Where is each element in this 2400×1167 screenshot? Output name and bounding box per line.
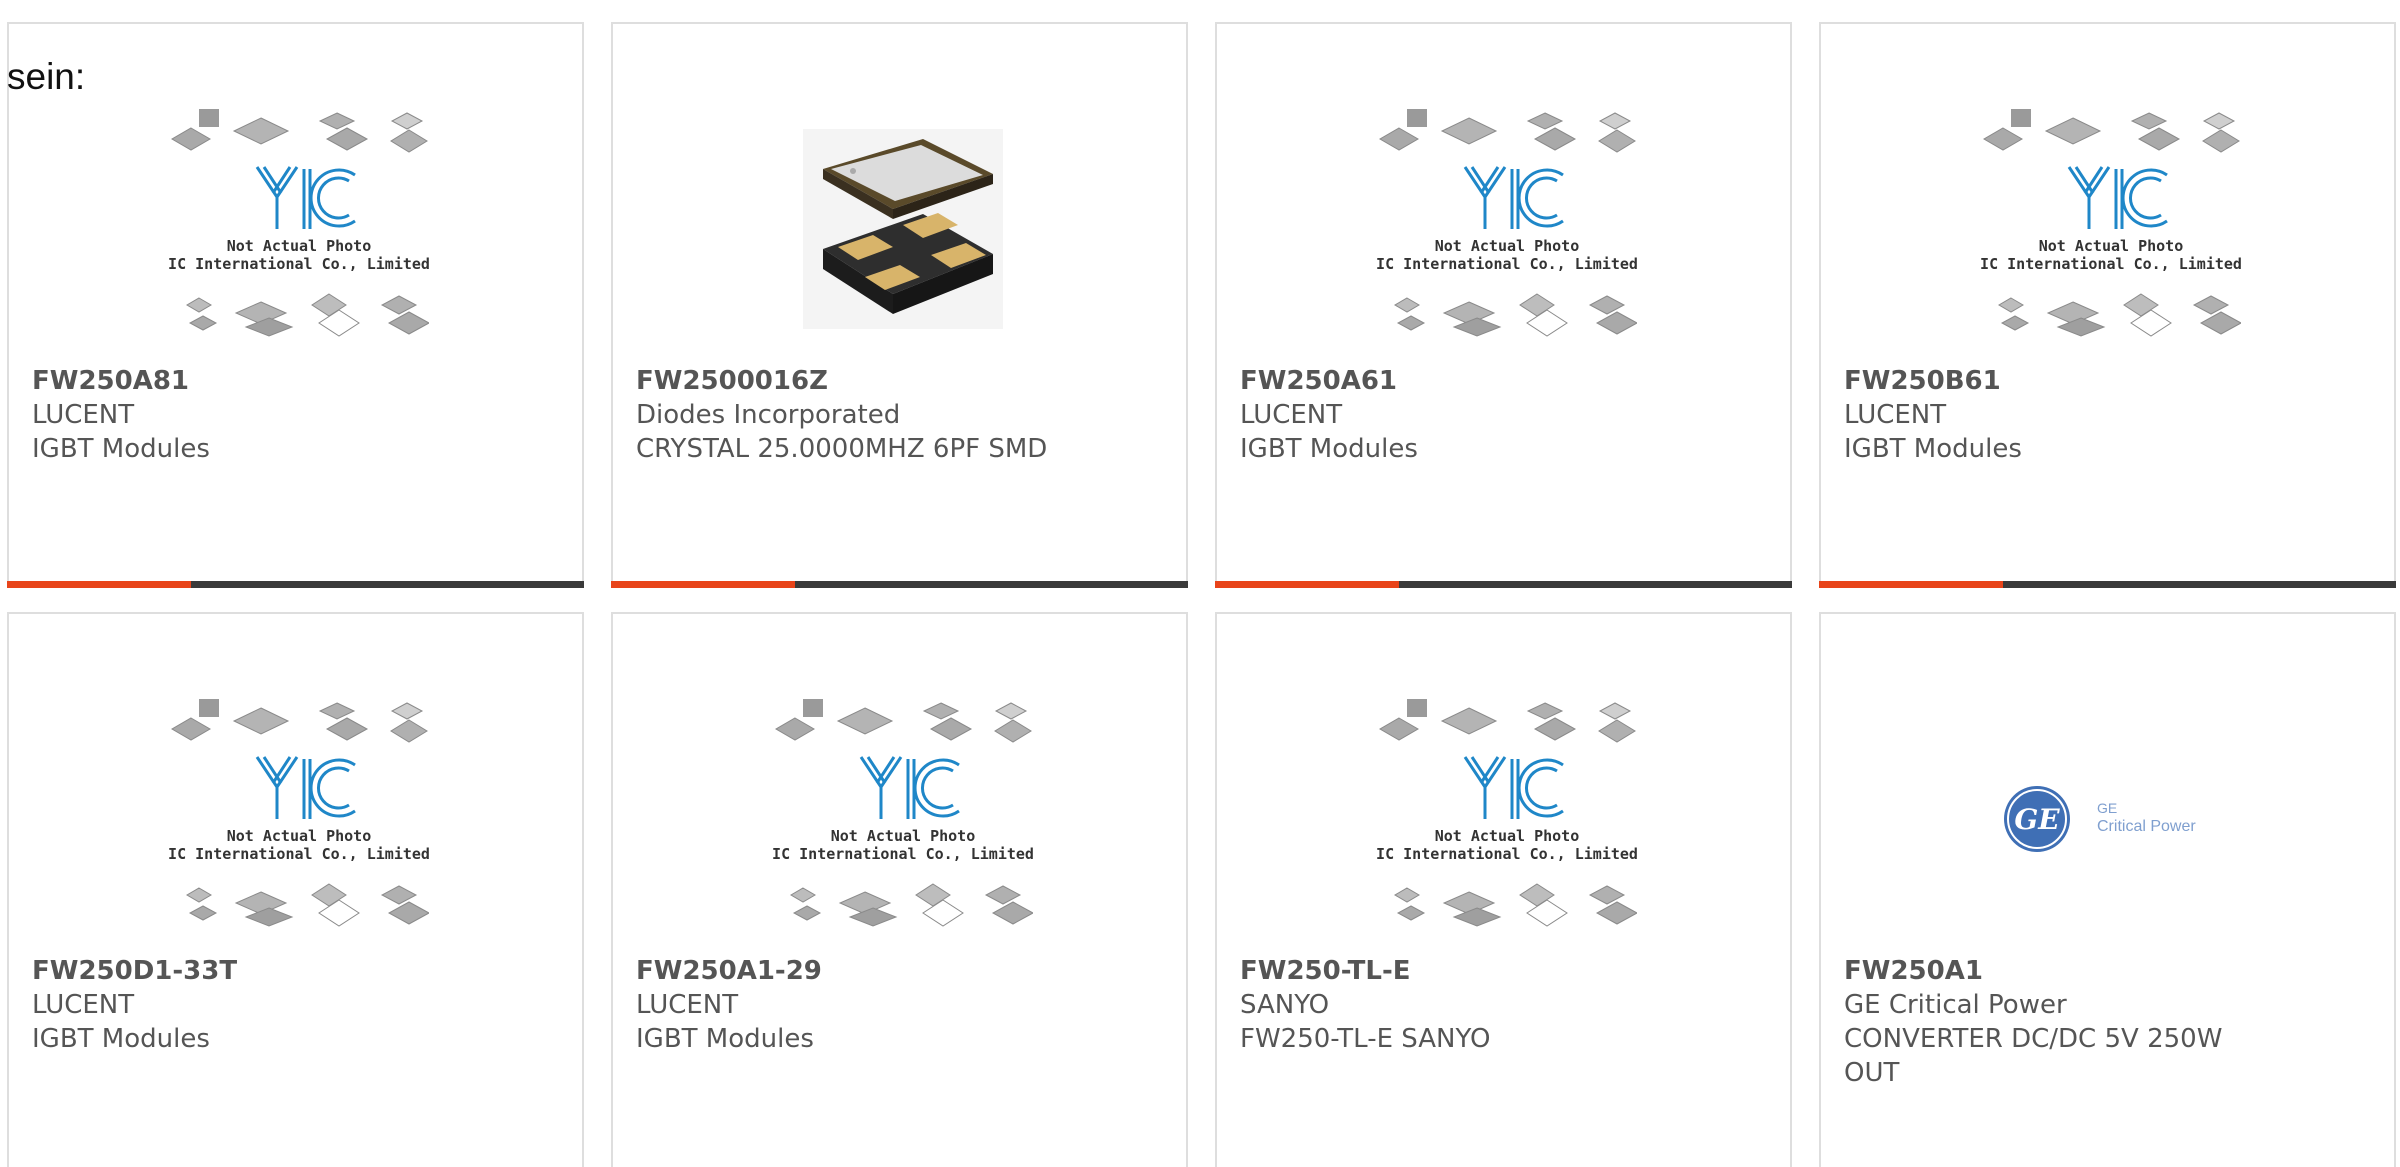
manufacturer: LUCENT xyxy=(636,990,739,1020)
not-actual-photo-image: Not Actual PhotoYIC International Co., L… xyxy=(169,699,429,927)
manufacturer: GE Critical Power xyxy=(1844,990,2067,1020)
part-number-link[interactable]: FW250D1-33T xyxy=(32,954,559,988)
placeholder-note: Not Actual Photo xyxy=(227,827,372,845)
product-info: FW250A81 LUCENT IGBT Modules xyxy=(32,364,559,466)
manufacturer: LUCENT xyxy=(1844,400,1947,430)
part-number-link[interactable]: FW2500016Z xyxy=(636,364,1163,398)
product-card[interactable]: Not Actual Photo YIC International Co., L… xyxy=(7,612,584,1167)
description: IGBT Modules xyxy=(1240,434,1418,464)
not-actual-photo-image: Not Actual PhotoYIC International Co., L… xyxy=(169,109,429,337)
placeholder-note: Not Actual Photo xyxy=(2039,237,2184,255)
placeholder-company: YIC International Co., Limited. xyxy=(1981,255,2241,273)
manufacturer: LUCENT xyxy=(32,400,135,430)
placeholder-note: Not Actual Photo xyxy=(1435,237,1580,255)
card-accent xyxy=(7,581,191,588)
product-card[interactable]: Not Actual Photo YIC International Co., L… xyxy=(611,612,1188,1167)
product-info: FW2500016Z Diodes Incorporated CRYSTAL 2… xyxy=(636,364,1163,466)
product-info: FW250A61 LUCENT IGBT Modules xyxy=(1240,364,1767,466)
placeholder-note: Not Actual Photo xyxy=(227,237,372,255)
part-number-link[interactable]: FW250A1-29 xyxy=(636,954,1163,988)
product-card[interactable]: Not Actual Photo YIC International Co., L… xyxy=(1819,22,2396,588)
description: IGBT Modules xyxy=(32,1024,210,1054)
svg-text:GE: GE xyxy=(2014,803,2060,836)
placeholder-company: YIC International Co., Limited. xyxy=(1377,255,1637,273)
manufacturer: Diodes Incorporated xyxy=(636,400,901,430)
part-number-link[interactable]: FW250A1 xyxy=(1844,954,2274,988)
placeholder-note: Not Actual Photo xyxy=(1435,827,1580,845)
crystal-product-photo xyxy=(803,129,1003,329)
product-image[interactable]: GE GE Critical Power xyxy=(1981,674,2241,964)
product-card[interactable]: Not Actual Photo YIC International Co., L… xyxy=(1215,22,1792,588)
not-actual-photo-image: Not Actual PhotoYIC International Co., L… xyxy=(1981,109,2241,337)
product-image[interactable]: Not Actual Photo YIC International Co., L… xyxy=(1981,84,2241,374)
description: IGBT Modules xyxy=(32,434,210,464)
card-bottom-bar xyxy=(611,581,1188,588)
placeholder-note: Not Actual Photo xyxy=(831,827,976,845)
manufacturer: LUCENT xyxy=(32,990,135,1020)
part-number-link[interactable]: FW250A61 xyxy=(1240,364,1767,398)
not-actual-photo-image: Not Actual PhotoYIC International Co., L… xyxy=(1377,109,1637,337)
product-image[interactable]: Not Actual Photo YIC International Co., L… xyxy=(169,674,429,964)
product-image[interactable]: Not Actual Photo YIC International Co., L… xyxy=(1377,84,1637,374)
manufacturer: LUCENT xyxy=(1240,400,1343,430)
part-number-link[interactable]: FW250B61 xyxy=(1844,364,2371,398)
part-number-link[interactable]: FW250A81 xyxy=(32,364,559,398)
section-heading: sein: xyxy=(7,56,86,97)
card-bottom-bar xyxy=(7,581,584,588)
svg-text:GE: GE xyxy=(2097,800,2117,816)
placeholder-company: YIC International Co., Limited. xyxy=(773,845,1033,863)
description: IGBT Modules xyxy=(636,1024,814,1054)
not-actual-photo-image: Not Actual PhotoYIC International Co., L… xyxy=(773,699,1033,927)
description: IGBT Modules xyxy=(1844,434,2022,464)
part-number-link[interactable]: FW250-TL-E xyxy=(1240,954,1767,988)
placeholder-company: YIC International Co., Limited. xyxy=(1377,845,1637,863)
product-info: FW250D1-33T LUCENT IGBT Modules xyxy=(32,954,559,1056)
product-card[interactable]: GE GE Critical Power FW250A1 GE Critical P… xyxy=(1819,612,2396,1167)
placeholder-company: YIC International Co., Limited. xyxy=(169,845,429,863)
product-info: FW250A1 GE Critical Power CONVERTER DC/D… xyxy=(1844,954,2274,1090)
product-info: FW250-TL-E SANYO FW250-TL-E SANYO xyxy=(1240,954,1767,1056)
card-accent xyxy=(1819,581,2003,588)
product-info: FW250A1-29 LUCENT IGBT Modules xyxy=(636,954,1163,1056)
ge-critical-power-logo: GE GE Critical Power xyxy=(2004,786,2196,852)
card-bottom-bar xyxy=(1215,581,1792,588)
not-actual-photo-image: Not Actual PhotoYIC International Co., L… xyxy=(1377,699,1637,927)
card-accent xyxy=(1215,581,1399,588)
product-card[interactable]: Not Actual Photo YIC International Co., L… xyxy=(1215,612,1792,1167)
svg-text:Critical Power: Critical Power xyxy=(2097,818,2196,835)
description: FW250-TL-E SANYO xyxy=(1240,1024,1491,1054)
product-image[interactable]: Not Actual Photo YIC International Co., L… xyxy=(169,84,429,374)
product-info: FW250B61 LUCENT IGBT Modules xyxy=(1844,364,2371,466)
product-card[interactable]: Not Actual Photo YIC International Co., L… xyxy=(7,22,584,588)
product-card[interactable]: FW2500016Z Diodes Incorporated CRYSTAL 2… xyxy=(611,22,1188,588)
product-grid-page: sein: Not Actual Photo YIC International … xyxy=(0,0,2400,1167)
description: CRYSTAL 25.0000MHZ 6PF SMD xyxy=(636,434,1048,464)
card-accent xyxy=(611,581,795,588)
card-bottom-bar xyxy=(1819,581,2396,588)
product-image[interactable] xyxy=(773,84,1033,374)
placeholder-company: YIC International Co., Limited. xyxy=(169,255,429,273)
product-image[interactable]: Not Actual Photo YIC International Co., L… xyxy=(1377,674,1637,964)
product-image[interactable]: Not Actual Photo YIC International Co., L… xyxy=(773,674,1033,964)
description: CONVERTER DC/DC 5V 250W OUT xyxy=(1844,1024,2223,1088)
manufacturer: SANYO xyxy=(1240,990,1330,1020)
